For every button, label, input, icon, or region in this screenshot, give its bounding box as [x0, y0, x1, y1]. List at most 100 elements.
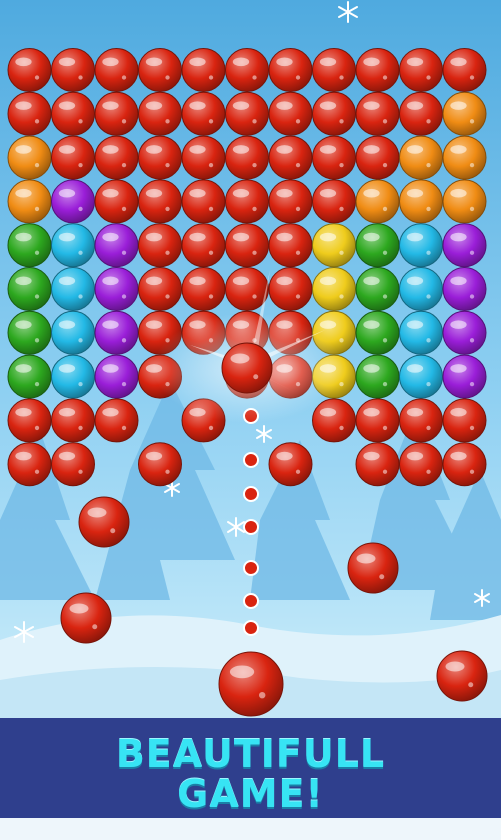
bubble-green: [7, 223, 52, 268]
bubble-purple: [442, 310, 487, 355]
bubble-red: [399, 398, 443, 443]
flying-bubble: [221, 342, 273, 394]
bubble-red: [268, 267, 313, 311]
bubble-red: [312, 135, 356, 180]
bubble-red: [268, 223, 313, 268]
bubble-red: [51, 398, 95, 443]
bubble-cyan: [51, 267, 95, 311]
bubble-red: [268, 179, 313, 224]
aim-dot: [243, 486, 259, 502]
bubble-red: [138, 223, 182, 268]
aim-dot: [243, 519, 259, 535]
bubble-green: [7, 354, 52, 399]
bubble-red: [268, 442, 313, 487]
bubble-red: [442, 442, 487, 487]
bubble-purple: [442, 223, 487, 268]
bubble-green: [355, 354, 400, 399]
bubble-orange: [399, 135, 443, 180]
bubble-red: [225, 179, 269, 224]
aim-dot: [243, 560, 259, 576]
bubble-red: [268, 135, 313, 180]
bubble-red: [138, 267, 182, 311]
shooter-bubble-ball[interactable]: [218, 651, 284, 717]
shooter-bubble[interactable]: [218, 651, 284, 717]
bubble-red: [442, 48, 487, 92]
bubble-cyan: [399, 223, 443, 268]
bubble-red: [94, 135, 139, 180]
bubble-purple: [442, 267, 487, 311]
bubble-red: [442, 398, 487, 443]
bubble-red: [94, 179, 139, 224]
bubble-red: [399, 91, 443, 136]
bubble-red: [355, 442, 400, 487]
bubble-red: [355, 91, 400, 136]
bubble-red: [7, 442, 52, 487]
bubble-cyan: [399, 267, 443, 311]
bubble-red: [355, 135, 400, 180]
bubble-red: [268, 48, 313, 92]
bubble-red: [312, 398, 356, 443]
bubble-green: [7, 310, 52, 355]
bubble-purple: [94, 354, 139, 399]
bubble-red: [225, 135, 269, 180]
bubble-green: [355, 310, 400, 355]
bubble-red: [7, 398, 52, 443]
bubble-yellow: [312, 267, 356, 311]
bubble-red: [225, 223, 269, 268]
bubble-green: [355, 267, 400, 311]
bubble-red: [312, 179, 356, 224]
bubble-purple: [442, 354, 487, 399]
bubble-green: [7, 267, 52, 311]
bubble-red: [225, 267, 269, 311]
falling-bubble: [60, 592, 112, 644]
bubble-red: [94, 91, 139, 136]
falling-bubble: [436, 650, 488, 702]
bubble-orange: [442, 91, 487, 136]
bubble-red: [399, 48, 443, 92]
bubble-purple: [94, 310, 139, 355]
bubble-orange: [442, 179, 487, 224]
game-scene[interactable]: [0, 0, 501, 840]
bubble-red: [399, 442, 443, 487]
bubble-red: [181, 267, 226, 311]
bubble-red: [138, 442, 182, 487]
bubble-red: [355, 48, 400, 92]
bubble-red: [181, 179, 226, 224]
bubble-red: [225, 48, 269, 92]
bubble-red: [181, 223, 226, 268]
aim-dot: [243, 452, 259, 468]
bubble-red: [94, 48, 139, 92]
promo-banner: BEAUTIFULL GAME!: [0, 718, 501, 818]
bubble-red: [138, 48, 182, 92]
bubble-red: [51, 135, 95, 180]
bubble-orange: [355, 179, 400, 224]
bubble-red: [138, 91, 182, 136]
bubble-cyan: [399, 354, 443, 399]
bubble-purple: [94, 223, 139, 268]
bubble-yellow: [312, 223, 356, 268]
bubble-red: [51, 91, 95, 136]
bubble-red: [225, 91, 269, 136]
bubble-red: [138, 179, 182, 224]
bubble-cyan: [51, 223, 95, 268]
bubble-red: [181, 135, 226, 180]
bubble-orange: [399, 179, 443, 224]
falling-bubble: [78, 496, 130, 548]
bubble-red: [51, 442, 95, 487]
flying-bubble-ball: [221, 342, 273, 394]
bubble-cyan: [399, 310, 443, 355]
bubble-red: [51, 48, 95, 92]
bubble-red: [355, 398, 400, 443]
bubble-red: [7, 91, 52, 136]
bubble-orange: [7, 179, 52, 224]
bubble-red: [181, 91, 226, 136]
aim-dot: [243, 593, 259, 609]
bubble-cyan: [51, 310, 95, 355]
bubble-orange: [7, 135, 52, 180]
banner-title: BEAUTIFULL GAME!: [115, 732, 386, 816]
bubble-cyan: [51, 354, 95, 399]
bubble-red: [268, 91, 313, 136]
bubble-red: [94, 398, 139, 443]
bubble-red: [138, 135, 182, 180]
aim-dot: [243, 620, 259, 636]
